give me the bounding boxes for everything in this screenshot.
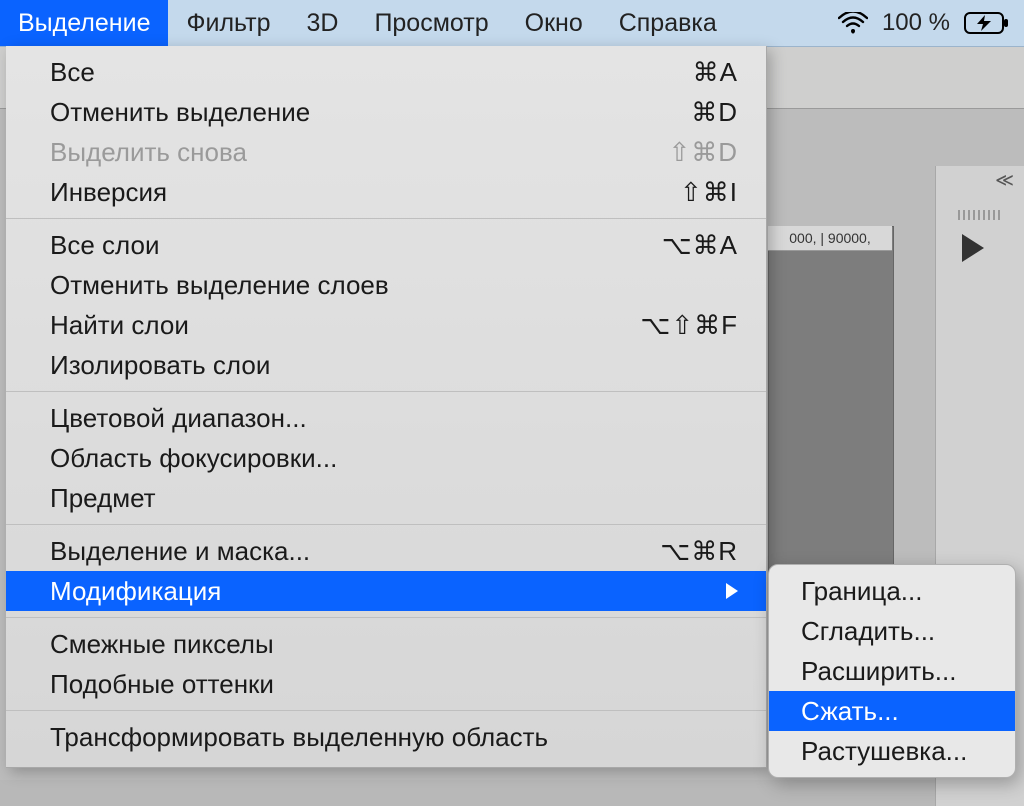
submenu-item[interactable]: Сгладить...	[769, 611, 1015, 651]
menu-item-label: Выделение и маска...	[50, 536, 660, 567]
menu-item-label: Выделить снова	[50, 137, 668, 168]
modification-submenu: Граница... Сгладить... Расширить... Сжать..…	[768, 564, 1016, 778]
menu-separator	[6, 710, 766, 711]
menu-separator	[6, 218, 766, 219]
menu-item-shortcut: ⇧⌘D	[668, 137, 738, 168]
menu-item[interactable]: Все⌘A	[6, 52, 766, 92]
menubar: Выделение Фильтр 3D Просмотр Окно Справк…	[0, 0, 1024, 47]
menu-item-shortcut: ⌥⇧⌘F	[640, 310, 738, 341]
menu-item[interactable]: Отменить выделение⌘D	[6, 92, 766, 132]
submenu-item-label: Сгладить...	[801, 616, 935, 647]
menu-item-label: Отменить выделение	[50, 97, 691, 128]
menu-item[interactable]: Отменить выделение слоев	[6, 265, 766, 305]
menu-item[interactable]: Цветовой диапазон...	[6, 398, 766, 438]
menu-item[interactable]: Инверсия⇧⌘I	[6, 172, 766, 212]
status-area: 100 %	[838, 0, 1024, 46]
menu-label: Фильтр	[186, 9, 270, 38]
menu-selection[interactable]: Выделение	[0, 0, 168, 46]
submenu-item[interactable]: Растушевка...	[769, 731, 1015, 771]
collapse-panels-icon[interactable]: ≪	[995, 170, 1014, 191]
play-icon[interactable]	[962, 234, 984, 262]
menu-item[interactable]: Все слои⌥⌘A	[6, 225, 766, 265]
menu-separator	[6, 524, 766, 525]
menu-3d[interactable]: 3D	[288, 0, 356, 46]
menu-item[interactable]: Подобные оттенки	[6, 664, 766, 704]
menu-separator	[6, 617, 766, 618]
submenu-item-label: Расширить...	[801, 656, 956, 687]
menu-item-label: Все слои	[50, 230, 662, 261]
menu-label: Справка	[619, 9, 717, 38]
menu-item[interactable]: Модификация	[6, 571, 766, 611]
menu-item-label: Подобные оттенки	[50, 669, 738, 700]
menu-help[interactable]: Справка	[601, 0, 735, 46]
submenu-arrow-icon	[726, 583, 738, 599]
menu-label: Просмотр	[374, 9, 488, 38]
menu-item[interactable]: Смежные пикселы	[6, 624, 766, 664]
panel-grip-icon[interactable]	[958, 210, 1002, 220]
menu-item-label: Все	[50, 57, 693, 88]
menu-separator	[6, 391, 766, 392]
submenu-item[interactable]: Сжать...	[769, 691, 1015, 731]
menu-item[interactable]: Область фокусировки...	[6, 438, 766, 478]
menu-item-label: Трансформировать выделенную область	[50, 722, 738, 753]
battery-charging-icon[interactable]	[964, 11, 1010, 35]
menu-filter[interactable]: Фильтр	[168, 0, 288, 46]
menu-item-shortcut: ⌥⌘R	[660, 536, 738, 567]
menu-label: Окно	[525, 9, 583, 38]
menu-item-label: Отменить выделение слоев	[50, 270, 738, 301]
menu-window[interactable]: Окно	[507, 0, 601, 46]
menu-item: Выделить снова⇧⌘D	[6, 132, 766, 172]
menu-item-shortcut: ⇧⌘I	[680, 177, 738, 208]
menu-item-shortcut: ⌘D	[691, 97, 738, 128]
menu-item-shortcut: ⌥⌘A	[662, 230, 738, 261]
ruler: 000, | 90000,	[768, 226, 892, 251]
menu-item-label: Предмет	[50, 483, 738, 514]
menu-item-label: Изолировать слои	[50, 350, 738, 381]
menu-item[interactable]: Предмет	[6, 478, 766, 518]
menu-item-label: Смежные пикселы	[50, 629, 738, 660]
menu-view[interactable]: Просмотр	[356, 0, 506, 46]
wifi-icon[interactable]	[838, 12, 868, 34]
battery-percent-text: 100 %	[882, 9, 950, 37]
menu-item-label: Модификация	[50, 576, 714, 607]
menu-item-label: Цветовой диапазон...	[50, 403, 738, 434]
menu-item[interactable]: Найти слои⌥⇧⌘F	[6, 305, 766, 345]
menu-item-shortcut: ⌘A	[693, 57, 738, 88]
canvas-area[interactable]	[768, 226, 894, 620]
submenu-item[interactable]: Расширить...	[769, 651, 1015, 691]
menu-item[interactable]: Изолировать слои	[6, 345, 766, 385]
menu-label: Выделение	[18, 9, 150, 38]
submenu-item[interactable]: Граница...	[769, 571, 1015, 611]
selection-menu-dropdown: Все⌘AОтменить выделение⌘DВыделить снова⇧…	[6, 46, 767, 768]
menu-label: 3D	[306, 9, 338, 38]
submenu-item-label: Сжать...	[801, 696, 899, 727]
menu-item-label: Найти слои	[50, 310, 640, 341]
menu-item[interactable]: Трансформировать выделенную область	[6, 717, 766, 757]
submenu-item-label: Граница...	[801, 576, 922, 607]
menu-item-label: Область фокусировки...	[50, 443, 738, 474]
menu-item-label: Инверсия	[50, 177, 680, 208]
submenu-item-label: Растушевка...	[801, 736, 967, 767]
ruler-text: 000, | 90000,	[789, 230, 870, 246]
menu-item[interactable]: Выделение и маска...⌥⌘R	[6, 531, 766, 571]
